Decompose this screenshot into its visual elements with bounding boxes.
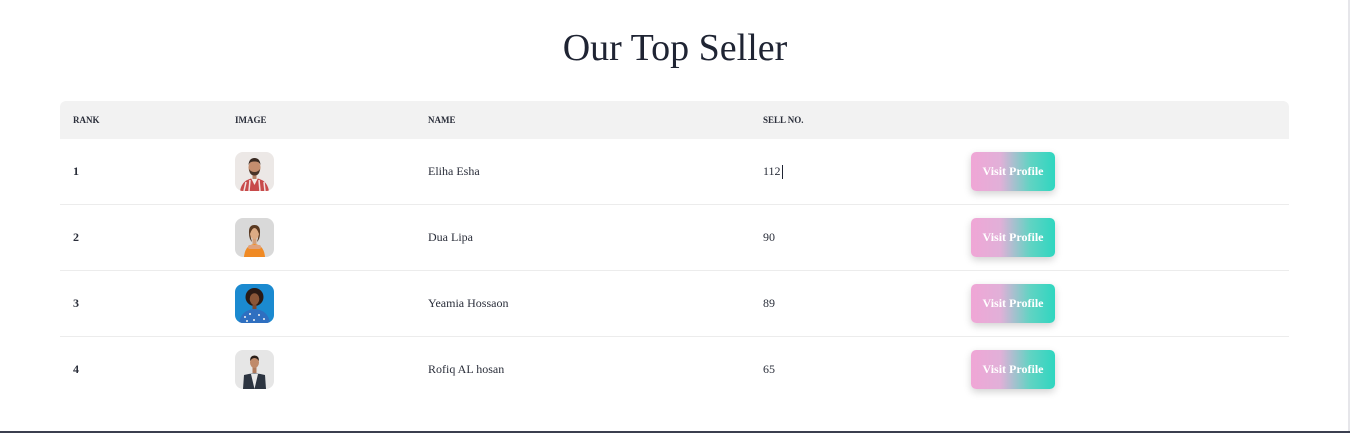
sell-cell: 65: [763, 362, 775, 376]
button-cell: Visit Profile: [971, 271, 1055, 336]
table-row: 1 Eliha Esha 112 Visit Profile: [60, 139, 1289, 205]
image-cell: [235, 337, 274, 402]
top-seller-table: RANK IMAGE NAME SELL NO. 1 Eliha Esha 11…: [60, 101, 1289, 402]
visit-profile-button[interactable]: Visit Profile: [971, 218, 1055, 257]
header-sell-no: SELL NO.: [763, 115, 804, 125]
name-cell: Yeamia Hossaon: [428, 296, 509, 310]
button-cell: Visit Profile: [971, 205, 1055, 270]
button-cell: Visit Profile: [971, 337, 1055, 402]
avatar-woman-curly-hair: [235, 284, 274, 323]
sell-cell: 112: [763, 139, 783, 204]
table-row: 2 Dua Lipa 90 Visit Profile: [60, 205, 1289, 271]
text-caret: [781, 164, 783, 179]
button-cell: Visit Profile: [971, 139, 1055, 204]
visit-profile-button[interactable]: Visit Profile: [971, 284, 1055, 323]
avatar-woman-orange-top: [235, 218, 274, 257]
rank-cell: 1: [73, 164, 79, 178]
table-row: 3 Yeamia Hossaon 89 Visit Profile: [60, 271, 1289, 337]
rank-cell: 2: [73, 230, 79, 244]
table-row: 4 Rofiq AL hosan 65 Visit Profile: [60, 337, 1289, 402]
avatar-man-dark-jacket: [235, 350, 274, 389]
page-title: Our Top Seller: [562, 27, 788, 69]
rank-cell: 4: [73, 362, 79, 376]
header-rank: RANK: [73, 115, 100, 125]
sell-cell: 90: [763, 230, 775, 244]
header-name: NAME: [428, 115, 456, 125]
rank-cell: 3: [73, 296, 79, 310]
sell-value: 112: [763, 164, 781, 178]
image-cell: [235, 139, 274, 204]
avatar-man-plaid-shirt: [235, 152, 274, 191]
name-cell: Rofiq AL hosan: [428, 362, 505, 376]
header-image: IMAGE: [235, 115, 267, 125]
image-cell: [235, 205, 274, 270]
visit-profile-button[interactable]: Visit Profile: [971, 350, 1055, 389]
sell-cell: 89: [763, 296, 775, 310]
visit-profile-button[interactable]: Visit Profile: [971, 152, 1055, 191]
name-cell: Eliha Esha: [428, 164, 480, 178]
image-cell: [235, 271, 274, 336]
table-header: RANK IMAGE NAME SELL NO.: [60, 101, 1289, 139]
name-cell: Dua Lipa: [428, 230, 473, 244]
